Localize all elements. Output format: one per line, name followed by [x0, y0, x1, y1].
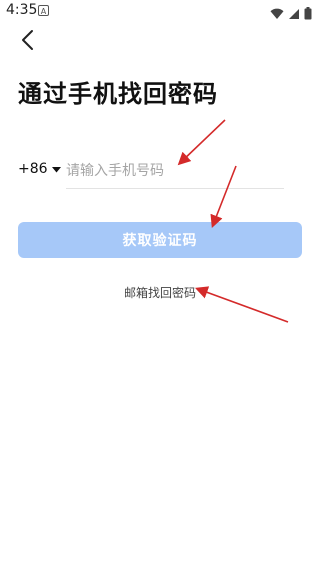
- email-recover-label: 邮箱找回密码: [123, 286, 196, 300]
- caret-down-icon: [51, 161, 61, 177]
- status-time: 4:35: [6, 2, 38, 18]
- page-title: 通过手机找回密码: [18, 80, 218, 108]
- country-code-label: +86: [18, 161, 48, 177]
- status-bar: 4:35 A: [0, 0, 320, 24]
- phone-number-input[interactable]: [66, 158, 284, 184]
- get-verification-code-button[interactable]: 获取验证码: [18, 222, 302, 258]
- status-icons: [270, 5, 312, 24]
- battery-icon: [304, 5, 312, 24]
- signal-icon: [288, 5, 300, 24]
- country-code-selector[interactable]: +86: [18, 161, 61, 177]
- wifi-icon: [270, 5, 284, 24]
- back-arrow-icon: [20, 29, 36, 55]
- app-notification-icon: A: [38, 5, 49, 16]
- input-underline: [66, 188, 284, 189]
- email-recover-link[interactable]: 邮箱找回密码: [0, 284, 320, 301]
- arrow-to-phone-input: [177, 119, 226, 166]
- back-button[interactable]: [14, 28, 42, 56]
